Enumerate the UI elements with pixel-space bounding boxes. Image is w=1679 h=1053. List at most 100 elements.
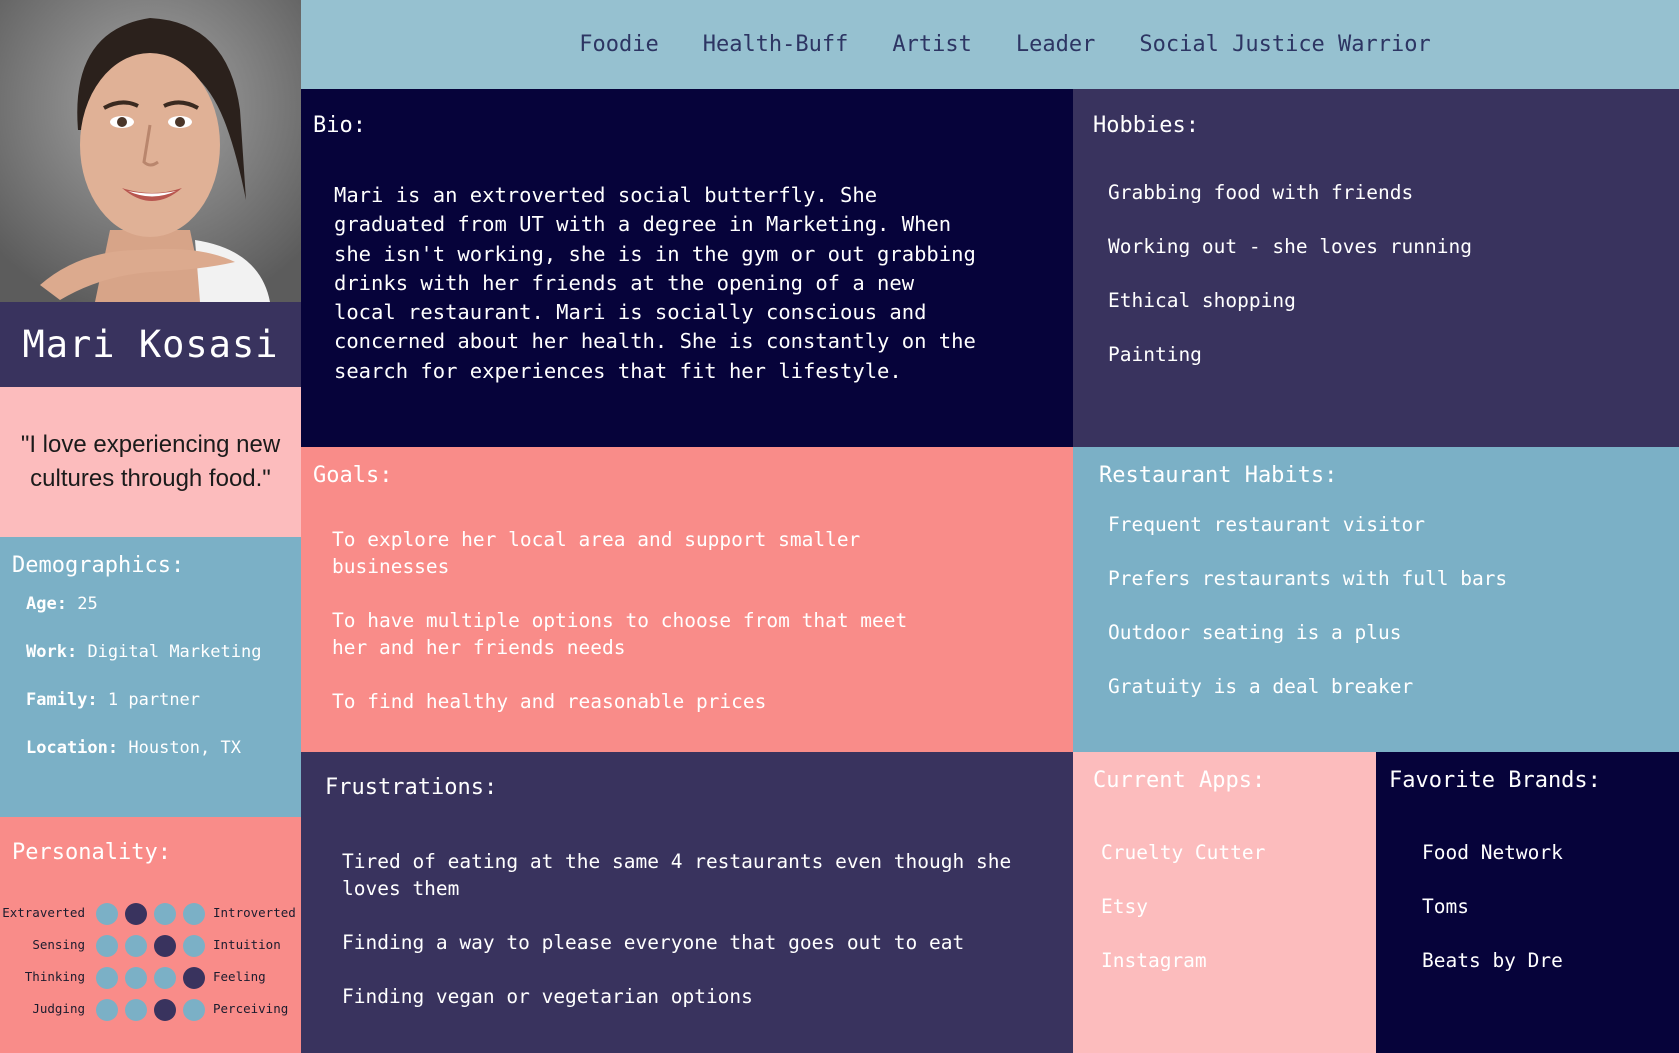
- frustration-line: Tired of eating at the same 4 restaurant…: [342, 850, 1012, 873]
- personality-left-label: Extraverted: [2, 905, 85, 920]
- goal-line: her and her friends needs: [332, 636, 626, 659]
- personality-left-label: Judging: [32, 1001, 85, 1016]
- bio-panel: Bio: Mari is an extroverted social butte…: [301, 89, 1073, 447]
- favorite-brands-heading: Favorite Brands:: [1389, 768, 1601, 793]
- personality-dot: [154, 903, 176, 925]
- goal-line: businesses: [332, 555, 450, 578]
- goals-heading: Goals:: [313, 463, 393, 488]
- persona-portrait-image: [0, 0, 301, 302]
- brand-item: Beats by Dre: [1422, 949, 1563, 972]
- personality-dot: [183, 935, 205, 957]
- personality-dot: [125, 999, 147, 1021]
- bio-text: Mari is an extroverted social butterfly.…: [334, 181, 1054, 386]
- demographic-row-family: Family: 1 partner: [26, 690, 200, 710]
- habit-item: Gratuity is a deal breaker: [1108, 675, 1414, 698]
- goal-line: To find healthy and reasonable prices: [332, 690, 767, 713]
- goal-item: To have multiple options to choose from …: [332, 607, 907, 661]
- personality-dot: [125, 935, 147, 957]
- goals-panel: Goals: To explore her local area and sup…: [301, 447, 1073, 752]
- persona-photo: [0, 0, 301, 302]
- hobby-item: Grabbing food with friends: [1108, 181, 1414, 204]
- habit-item: Prefers restaurants with full bars: [1108, 567, 1508, 590]
- personality-panel: Personality: Extraverted Introverted Sensi…: [0, 817, 301, 1053]
- habit-item: Frequent restaurant visitor: [1108, 513, 1425, 536]
- frustrations-panel: Frustrations: Tired of eating at the sam…: [301, 752, 1073, 1053]
- current-apps-panel: Current Apps: Cruelty Cutter Etsy Instag…: [1073, 752, 1376, 1053]
- app-item: Etsy: [1101, 895, 1148, 918]
- personality-dot: [183, 999, 205, 1021]
- personality-dot: [183, 903, 205, 925]
- favorite-brands-panel: Favorite Brands: Food Network Toms Beats…: [1376, 752, 1679, 1053]
- personality-dot: [96, 903, 118, 925]
- personality-dot-selected: [125, 903, 147, 925]
- app-item: Instagram: [1101, 949, 1207, 972]
- demographic-value: 25: [77, 594, 98, 614]
- demographic-row-age: Age: 25: [26, 594, 98, 614]
- personality-row: Thinking Feeling: [0, 963, 301, 993]
- persona-name-panel: Mari Kosasi: [0, 302, 301, 387]
- persona-quote: "I love experiencing new cultures throug…: [20, 431, 281, 492]
- bio-line: concerned about her health. She is const…: [334, 329, 976, 354]
- goal-line: To have multiple options to choose from …: [332, 609, 908, 632]
- frustration-item: Finding vegan or vegetarian options: [342, 983, 753, 1010]
- bio-line: drinks with her friends at the opening o…: [334, 270, 915, 295]
- hobby-item: Ethical shopping: [1108, 289, 1296, 312]
- tag-health-buff[interactable]: Health-Buff: [703, 32, 849, 57]
- frustration-line: Finding a way to please everyone that go…: [342, 931, 965, 954]
- hobbies-heading: Hobbies:: [1093, 113, 1199, 138]
- personality-dot: [125, 967, 147, 989]
- brand-item: Toms: [1422, 895, 1469, 918]
- demographic-label: Work:: [26, 642, 78, 662]
- personality-dot-selected: [154, 935, 176, 957]
- bio-line: graduated from UT with a degree in Marke…: [334, 212, 952, 237]
- personality-left-label: Sensing: [32, 937, 85, 952]
- personality-left-label: Thinking: [24, 969, 85, 984]
- app-item: Cruelty Cutter: [1101, 841, 1266, 864]
- personality-right-label: Introverted: [213, 905, 296, 920]
- personality-dot: [96, 935, 118, 957]
- demographic-value: Houston, TX: [128, 738, 241, 758]
- current-apps-heading: Current Apps:: [1093, 768, 1266, 793]
- frustration-item: Tired of eating at the same 4 restaurant…: [342, 848, 1011, 902]
- personality-right-label: Perceiving: [213, 1001, 289, 1016]
- frustration-line: Finding vegan or vegetarian options: [342, 985, 753, 1008]
- personality-right-label: Intuition: [213, 937, 281, 952]
- bio-line: search for experiences that fit her life…: [334, 358, 902, 383]
- demographics-panel: Demographics: Age: 25 Work: Digital Mark…: [0, 537, 301, 817]
- hobbies-panel: Hobbies: Grabbing food with friends Work…: [1073, 89, 1679, 447]
- demographic-label: Age:: [26, 594, 67, 614]
- tag-leader[interactable]: Leader: [1016, 32, 1095, 57]
- personality-row: Extraverted Introverted: [0, 899, 301, 929]
- goal-line: To explore her local area and support sm…: [332, 528, 861, 551]
- tag-social-justice-warrior[interactable]: Social Justice Warrior: [1139, 32, 1430, 57]
- frustration-item: Finding a way to please everyone that go…: [342, 929, 964, 956]
- bio-line: local restaurant. Mari is socially consc…: [334, 300, 927, 325]
- personality-row: Sensing Intuition: [0, 931, 301, 961]
- demographic-value: 1 partner: [107, 690, 201, 710]
- personality-heading: Personality:: [12, 840, 171, 865]
- persona-tags-nav: Foodie Health-Buff Artist Leader Social …: [301, 0, 1679, 89]
- restaurant-habits-panel: Restaurant Habits: Frequent restaurant v…: [1073, 447, 1679, 752]
- demographic-row-location: Location: Houston, TX: [26, 738, 241, 758]
- frustration-line: loves them: [342, 877, 460, 900]
- persona-name: Mari Kosasi: [22, 323, 279, 366]
- habit-item: Outdoor seating is a plus: [1108, 621, 1402, 644]
- bio-line: she isn't working, she is in the gym or …: [334, 241, 976, 266]
- tag-foodie[interactable]: Foodie: [579, 32, 658, 57]
- persona-quote-panel: "I love experiencing new cultures throug…: [0, 387, 301, 537]
- demographic-row-work: Work: Digital Marketing: [26, 642, 261, 662]
- personality-row: Judging Perceiving: [0, 995, 301, 1025]
- personality-dot-selected: [183, 967, 205, 989]
- bio-line: Mari is an extroverted social butterfly.…: [334, 183, 878, 207]
- personality-dot: [96, 999, 118, 1021]
- tag-artist[interactable]: Artist: [892, 32, 971, 57]
- brand-item: Food Network: [1422, 841, 1563, 864]
- bio-heading: Bio:: [313, 113, 366, 138]
- demographic-label: Family:: [26, 690, 98, 710]
- hobby-item: Painting: [1108, 343, 1202, 366]
- frustrations-heading: Frustrations:: [325, 775, 498, 800]
- demographic-label: Location:: [26, 738, 119, 758]
- restaurant-habits-heading: Restaurant Habits:: [1099, 463, 1338, 488]
- demographic-value: Digital Marketing: [87, 642, 262, 662]
- personality-dot-selected: [154, 999, 176, 1021]
